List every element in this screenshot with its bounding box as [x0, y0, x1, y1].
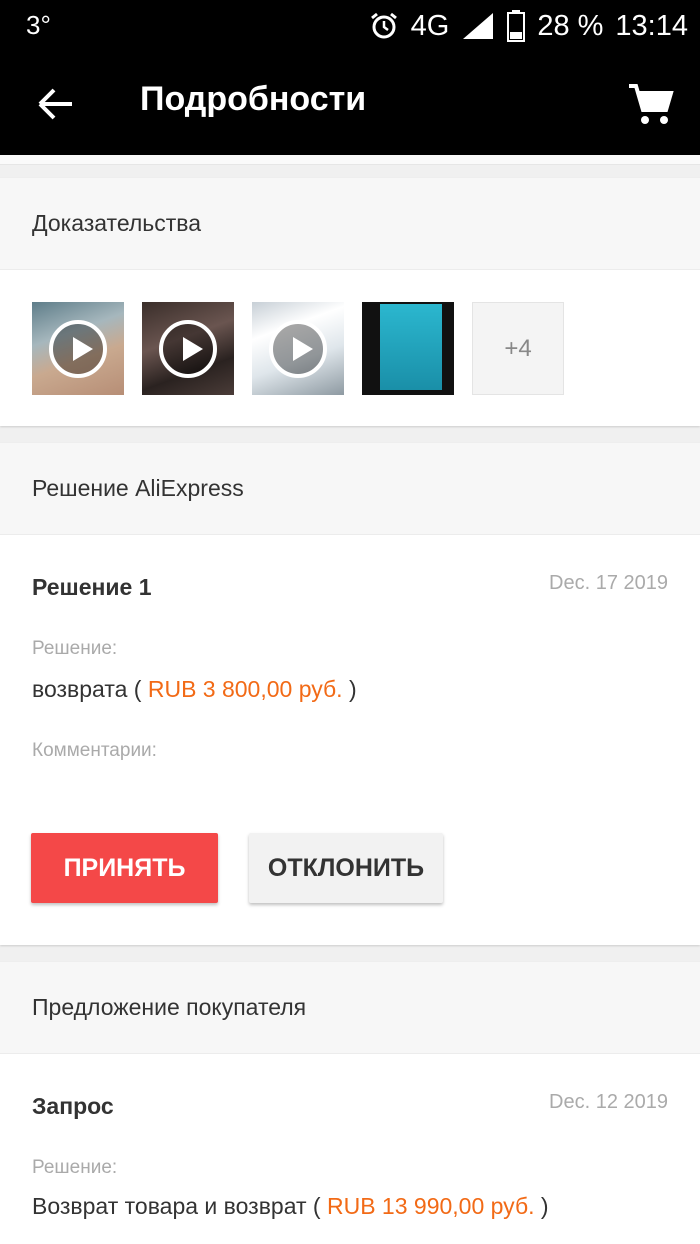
status-icons: 4G 28 % 13:14: [369, 6, 688, 46]
page-title: Подробности: [140, 80, 367, 118]
battery-percent: 28 %: [537, 9, 604, 42]
comments-label: Комментарии:: [32, 740, 157, 761]
buyer-decision-value: Возврат товара и возврат ( RUB 13 990,00…: [32, 1193, 549, 1220]
decision-suffix: ): [348, 676, 357, 702]
play-icon: [269, 319, 327, 378]
request-date: Dec. 12 2019: [549, 1091, 668, 1113]
app-bar: Подробности: [0, 52, 700, 155]
decision-prefix: возврата (: [32, 676, 142, 702]
status-bar: 3° 4G 28 % 13:14: [0, 0, 700, 52]
request-title: Запрос: [32, 1093, 114, 1119]
evidence-video-thumb[interactable]: [32, 302, 124, 395]
accept-button[interactable]: ПРИНЯТЬ: [31, 833, 218, 903]
signal-icon: [463, 13, 494, 39]
buyer-offer-header: Предложение покупателя: [0, 962, 700, 1054]
alarm-icon: [370, 12, 397, 39]
clock: 13:14: [615, 9, 688, 42]
evidence-video-thumb[interactable]: [142, 302, 234, 395]
decline-button[interactable]: ОТКЛОНИТЬ: [249, 833, 443, 903]
resolution-title: Решение 1: [32, 574, 152, 600]
tv-screen-image: [380, 304, 442, 390]
network-type: 4G: [410, 9, 450, 42]
temperature-text: 3°: [26, 10, 51, 40]
resolution-date: Dec. 17 2019: [549, 572, 668, 594]
decision-header: Решение AliExpress: [0, 443, 700, 535]
decision-amount: RUB 3 800,00 руб.: [147, 676, 343, 702]
buyer-decision-suffix: ): [540, 1193, 549, 1219]
evidence-header: Доказательства: [0, 178, 700, 270]
play-icon: [159, 319, 217, 378]
buyer-decision-label: Решение:: [32, 1157, 118, 1178]
play-icon: [49, 319, 107, 378]
decision-value: возврата ( RUB 3 800,00 руб. ): [32, 676, 357, 703]
battery-icon: [507, 10, 526, 42]
aliexpress-decision-card: Решение AliExpress Решение 1 Dec. 17 201…: [0, 443, 700, 945]
buyer-decision-prefix: Возврат товара и возврат (: [32, 1193, 321, 1219]
evidence-thumbnails: +4: [32, 302, 564, 395]
evidence-image-thumb[interactable]: [362, 302, 454, 395]
evidence-video-thumb[interactable]: [252, 302, 344, 395]
arrow-back-icon[interactable]: [34, 82, 78, 126]
evidence-card: Доказательства +4: [0, 178, 700, 426]
buyer-decision-amount: RUB 13 990,00 руб.: [326, 1193, 535, 1219]
decision-label: Решение:: [32, 638, 118, 659]
shopping-cart-icon[interactable]: [626, 80, 674, 128]
previous-card-edge: [0, 155, 700, 165]
buyer-offer-card: Предложение покупателя Запрос Dec. 12 20…: [0, 962, 700, 1244]
more-evidence-button[interactable]: +4: [472, 302, 564, 395]
